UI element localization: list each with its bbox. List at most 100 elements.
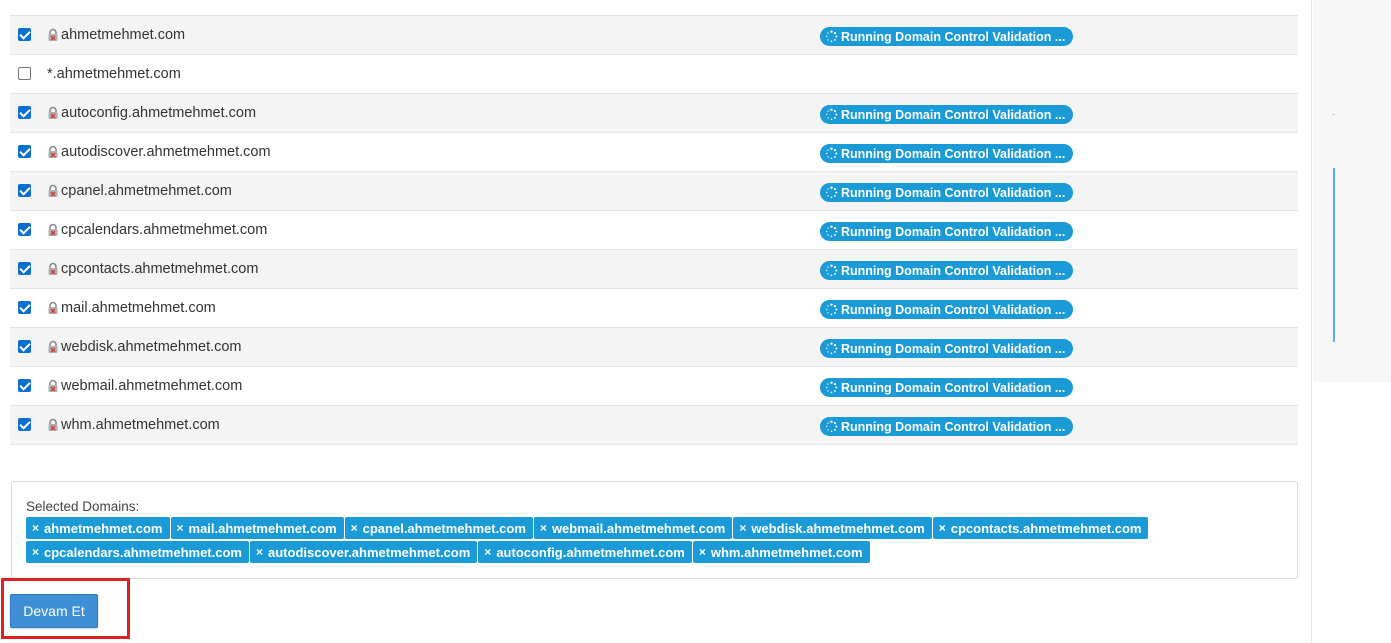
remove-icon[interactable]: × xyxy=(739,521,746,535)
table-row: *.ahmetmehmet.com xyxy=(10,55,1298,94)
table-row: cpcalendars.ahmetmehmet.com Running Domai… xyxy=(10,211,1298,250)
table-row: webmail.ahmetmehmet.com Running Domain Co… xyxy=(10,367,1298,406)
continue-button[interactable]: Devam Et xyxy=(10,594,98,628)
status-badge: Running Domain Control Validation ... xyxy=(820,27,1073,46)
table-row: autodiscover.ahmetmehmet.com Running Doma… xyxy=(10,133,1298,172)
status-label: Running Domain Control Validation ... xyxy=(841,263,1066,278)
domain-checkbox[interactable] xyxy=(18,340,31,353)
status-badge: Running Domain Control Validation ... xyxy=(820,417,1073,436)
right-panel xyxy=(1313,0,1391,382)
domain-checkbox[interactable] xyxy=(18,145,31,158)
tag-label: webdisk.ahmetmehmet.com xyxy=(751,520,925,536)
domain-table: ahmetmehmet.com Running Domain Control Va… xyxy=(10,15,1298,445)
selected-domain-tag: × cpanel.ahmetmehmet.com xyxy=(344,517,533,539)
domain-checkbox[interactable] xyxy=(18,106,31,119)
tag-label: cpanel.ahmetmehmet.com xyxy=(362,520,526,536)
table-row: whm.ahmetmehmet.com Running Domain Contro… xyxy=(10,406,1298,445)
status-badge: Running Domain Control Validation ... xyxy=(820,378,1073,397)
domain-checkbox[interactable] xyxy=(18,262,31,275)
domain-checkbox[interactable] xyxy=(18,418,31,431)
remove-icon[interactable]: × xyxy=(177,521,184,535)
status-label: Running Domain Control Validation ... xyxy=(841,107,1066,122)
remove-icon[interactable]: × xyxy=(699,545,706,559)
domain-name: mail.ahmetmehmet.com xyxy=(61,300,216,316)
lock-icon xyxy=(46,184,60,198)
lock-icon xyxy=(46,28,60,42)
selected-domain-tag: × mail.ahmetmehmet.com xyxy=(170,517,344,539)
domain-name: ahmetmehmet.com xyxy=(61,27,186,43)
domain-name: *.ahmetmehmet.com xyxy=(47,66,181,82)
tag-label: cpcontacts.ahmetmehmet.com xyxy=(950,520,1142,536)
status-label: Running Domain Control Validation ... xyxy=(841,224,1066,239)
spinner-icon xyxy=(825,342,838,355)
remove-icon[interactable]: × xyxy=(939,521,946,535)
domain-name: cpanel.ahmetmehmet.com xyxy=(61,183,232,199)
tag-line: × cpcalendars.ahmetmehmet.com × autodiscove… xyxy=(26,541,1286,563)
selected-domain-tag: × whm.ahmetmehmet.com xyxy=(692,541,870,563)
table-row: mail.ahmetmehmet.com Running Domain Contr… xyxy=(10,289,1298,328)
status-badge: Running Domain Control Validation ... xyxy=(820,144,1073,163)
domain-name: webdisk.ahmetmehmet.com xyxy=(61,339,242,355)
status-label: Running Domain Control Validation ... xyxy=(841,341,1066,356)
domain-name: autoconfig.ahmetmehmet.com xyxy=(61,105,257,121)
selected-domain-tag: × cpcontacts.ahmetmehmet.com xyxy=(932,517,1149,539)
lock-icon xyxy=(46,145,60,159)
domain-checkbox[interactable] xyxy=(18,28,31,41)
domain-checkbox[interactable] xyxy=(18,301,31,314)
status-badge: Running Domain Control Validation ... xyxy=(820,183,1073,202)
status-label: Running Domain Control Validation ... xyxy=(841,29,1066,44)
table-row: webdisk.ahmetmehmet.com Running Domain Co… xyxy=(10,328,1298,367)
lock-icon xyxy=(46,262,60,276)
panel-accent-line xyxy=(1333,168,1335,342)
domain-name: autodiscover.ahmetmehmet.com xyxy=(61,144,271,160)
table-row: cpcontacts.ahmetmehmet.com Running Domain… xyxy=(10,250,1298,289)
spinner-icon xyxy=(825,225,838,238)
spinner-icon xyxy=(825,381,838,394)
selected-domains-box: Selected Domains: × ahmetmehmet.com × mail.… xyxy=(11,481,1298,579)
remove-icon[interactable]: × xyxy=(256,545,263,559)
status-label: Running Domain Control Validation ... xyxy=(841,419,1066,434)
lock-icon xyxy=(46,223,60,237)
domain-checkbox[interactable] xyxy=(18,223,31,236)
domain-checkbox[interactable] xyxy=(18,67,31,80)
remove-icon[interactable]: × xyxy=(351,521,358,535)
selected-domain-tag: × webmail.ahmetmehmet.com xyxy=(533,517,733,539)
domain-name: webmail.ahmetmehmet.com xyxy=(61,378,243,394)
selected-domain-tag: × webdisk.ahmetmehmet.com xyxy=(733,517,932,539)
status-label: Running Domain Control Validation ... xyxy=(841,146,1066,161)
domain-name: whm.ahmetmehmet.com xyxy=(61,417,220,433)
tag-label: autodiscover.ahmetmehmet.com xyxy=(268,544,471,560)
status-badge: Running Domain Control Validation ... xyxy=(820,300,1073,319)
status-label: Running Domain Control Validation ... xyxy=(841,302,1066,317)
selected-domains-tags: × ahmetmehmet.com × mail.ahmetmehmet.com × cp… xyxy=(26,517,1286,565)
lock-icon xyxy=(46,340,60,354)
status-label: Running Domain Control Validation ... xyxy=(841,380,1066,395)
selected-domain-tag: × autoconfig.ahmetmehmet.com xyxy=(478,541,692,563)
status-badge: Running Domain Control Validation ... xyxy=(820,222,1073,241)
remove-icon[interactable]: × xyxy=(540,521,547,535)
remove-icon[interactable]: × xyxy=(32,545,39,559)
tag-label: cpcalendars.ahmetmehmet.com xyxy=(44,544,242,560)
status-badge: Running Domain Control Validation ... xyxy=(820,339,1073,358)
spinner-icon xyxy=(825,147,838,160)
domain-name: cpcontacts.ahmetmehmet.com xyxy=(61,261,259,277)
status-badge: Running Domain Control Validation ... xyxy=(820,261,1073,280)
spinner-icon xyxy=(825,264,838,277)
remove-icon[interactable]: × xyxy=(484,545,491,559)
lock-icon xyxy=(46,106,60,120)
selected-domains-label: Selected Domains: xyxy=(26,499,140,514)
domain-name: cpcalendars.ahmetmehmet.com xyxy=(61,222,268,238)
tag-label: ahmetmehmet.com xyxy=(44,520,163,536)
spinner-icon xyxy=(825,30,838,43)
table-row: cpanel.ahmetmehmet.com Running Domain Con… xyxy=(10,172,1298,211)
domain-checkbox[interactable] xyxy=(18,184,31,197)
remove-icon[interactable]: × xyxy=(32,521,39,535)
tag-line: × ahmetmehmet.com × mail.ahmetmehmet.com × cp… xyxy=(26,517,1286,539)
lock-icon xyxy=(46,418,60,432)
lock-icon xyxy=(46,379,60,393)
lock-icon xyxy=(46,301,60,315)
spinner-icon xyxy=(825,186,838,199)
tag-label: whm.ahmetmehmet.com xyxy=(710,544,863,560)
table-row: ahmetmehmet.com Running Domain Control Va… xyxy=(10,16,1298,55)
domain-checkbox[interactable] xyxy=(18,379,31,392)
